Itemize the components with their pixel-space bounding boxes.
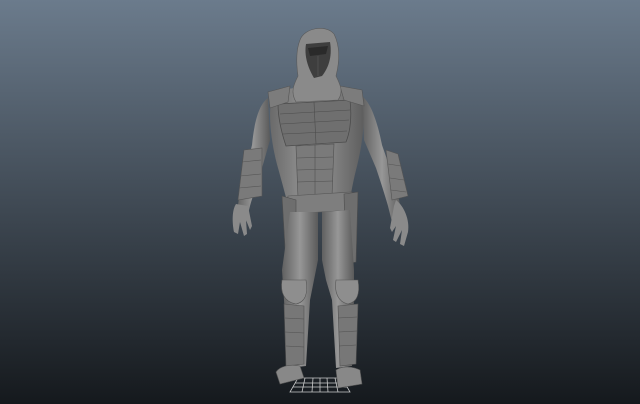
abdomen-armor [295,143,335,199]
viewport-canvas[interactable] [0,0,640,404]
3d-viewport[interactable] [0,0,640,404]
chest-plate [277,99,352,147]
